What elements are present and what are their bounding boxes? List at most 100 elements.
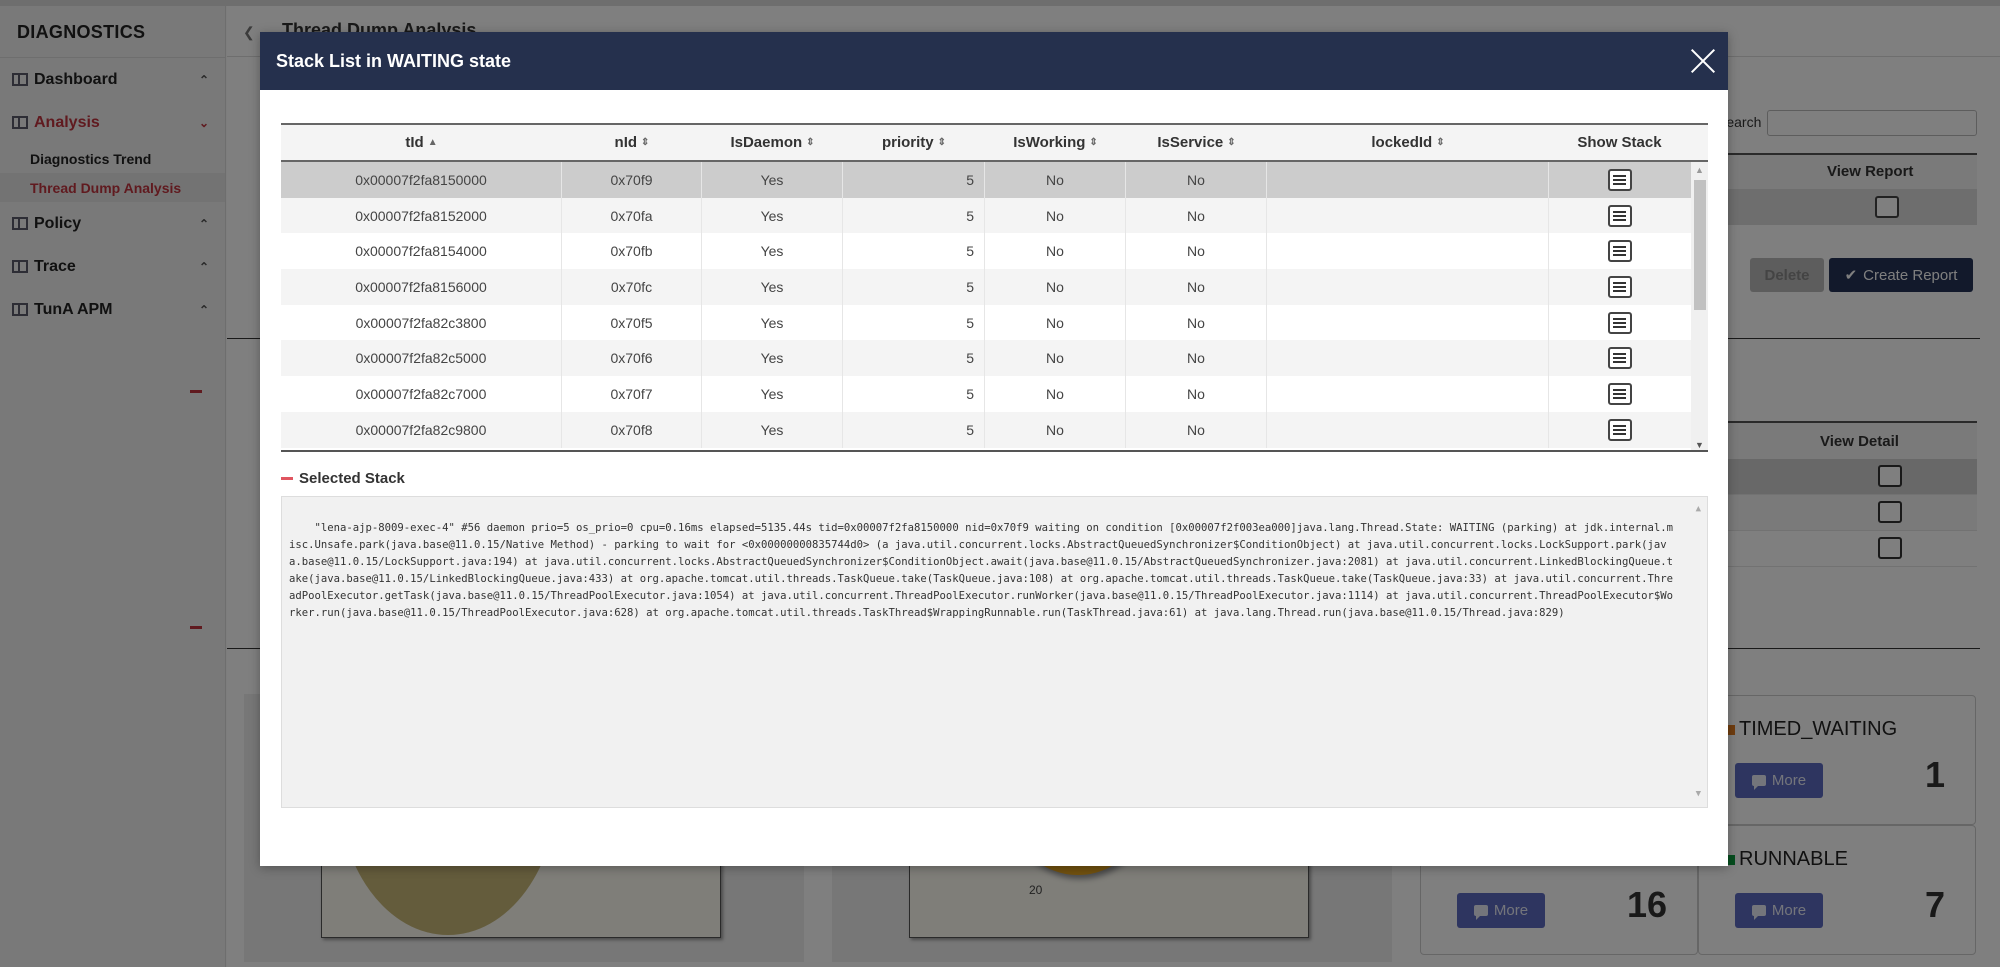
show-stack-list-icon[interactable]: [1607, 240, 1632, 263]
cell-locked: [1267, 304, 1549, 341]
cell-tid: 0x00007f2fa82c5000: [281, 340, 562, 377]
table-header: tId ▲ nId ⇕ IsDaemon ⇕ priority ⇕ IsWorking ⇕…: [281, 123, 1708, 162]
selected-stack-text[interactable]: "lena-ajp-8009-exec-4" #56 daemon prio=5…: [281, 496, 1708, 808]
table-row[interactable]: 0x00007f2fa82c7000 0x70f7 Yes 5 No No: [281, 376, 1708, 412]
cell-show-stack: [1549, 340, 1690, 376]
cell-priority: 5: [843, 162, 985, 198]
cell-service: No: [1126, 269, 1267, 305]
cell-tid: 0x00007f2fa82c3800: [281, 304, 562, 341]
show-stack-list-icon[interactable]: [1607, 382, 1632, 405]
cell-nid: 0x70f6: [562, 340, 702, 377]
column-header-nid[interactable]: nId ⇕: [562, 125, 702, 160]
cell-show-stack: [1549, 198, 1690, 234]
cell-tid: 0x00007f2fa82c7000: [281, 376, 562, 412]
table-row[interactable]: 0x00007f2fa8150000 0x70f9 Yes 5 No No: [281, 162, 1708, 198]
cell-nid: 0x70fb: [562, 233, 702, 270]
cell-service: No: [1126, 304, 1267, 341]
cell-locked: [1267, 197, 1549, 234]
cell-tid: 0x00007f2fa82c9800: [281, 411, 562, 448]
cell-priority: 5: [843, 304, 985, 341]
column-header-isworking[interactable]: IsWorking ⇕: [985, 125, 1126, 160]
sort-icon: ⇕: [1436, 137, 1445, 148]
cell-nid: 0x70fc: [562, 269, 702, 305]
cell-service: No: [1126, 197, 1267, 234]
show-stack-list-icon[interactable]: [1607, 275, 1632, 298]
cell-working: No: [985, 376, 1126, 412]
cell-daemon: Yes: [702, 233, 843, 270]
cell-tid: 0x00007f2fa8156000: [281, 269, 562, 305]
sort-icon: ⇕: [806, 137, 815, 148]
modal-header: Stack List in WAITING state: [260, 32, 1728, 90]
cell-locked: [1267, 411, 1549, 448]
table-row[interactable]: 0x00007f2fa82c5000 0x70f6 Yes 5 No No: [281, 340, 1708, 377]
cell-nid: 0x70f5: [562, 304, 702, 341]
table-row[interactable]: 0x00007f2fa8156000 0x70fc Yes 5 No No: [281, 269, 1708, 305]
sort-icon: ⇕: [641, 137, 650, 148]
cell-locked: [1267, 233, 1549, 270]
table-row[interactable]: 0x00007f2fa8152000 0x70fa Yes 5 No No: [281, 197, 1708, 234]
scroll-down-icon[interactable]: ▼: [1696, 786, 1701, 803]
cell-priority: 5: [843, 197, 985, 234]
table-row[interactable]: 0x00007f2fa82c3800 0x70f5 Yes 5 No No: [281, 304, 1708, 341]
cell-daemon: Yes: [702, 162, 843, 198]
cell-locked: [1267, 162, 1549, 198]
cell-daemon: Yes: [702, 197, 843, 234]
cell-show-stack: [1549, 162, 1690, 198]
cell-priority: 5: [843, 269, 985, 305]
cell-priority: 5: [843, 340, 985, 377]
scroll-down-icon[interactable]: ▼: [1695, 440, 1704, 450]
sort-asc-icon: ▲: [427, 137, 438, 148]
cell-service: No: [1126, 162, 1267, 198]
cell-locked: [1267, 340, 1549, 377]
column-header-isservice[interactable]: IsService ⇕: [1126, 125, 1267, 160]
cell-daemon: Yes: [702, 304, 843, 341]
show-stack-list-icon[interactable]: [1607, 204, 1632, 227]
cell-priority: 5: [843, 376, 985, 412]
vertical-scrollbar[interactable]: ▲ ▼: [1691, 162, 1708, 450]
cell-nid: 0x70f7: [562, 376, 702, 412]
column-header-priority[interactable]: priority ⇕: [843, 125, 985, 160]
scrollbar-thumb[interactable]: [1694, 180, 1706, 310]
table-row[interactable]: 0x00007f2fa8154000 0x70fb Yes 5 No No: [281, 233, 1708, 270]
show-stack-list-icon[interactable]: [1607, 418, 1632, 441]
stack-list-modal: Stack List in WAITING state tId ▲ nId ⇕ Is…: [260, 32, 1728, 866]
selected-stack-heading: Selected Stack: [281, 470, 405, 487]
cell-nid: 0x70fa: [562, 197, 702, 234]
cell-service: No: [1126, 411, 1267, 448]
column-header-tid[interactable]: tId ▲: [281, 125, 562, 160]
table-body: 0x00007f2fa8150000 0x70f9 Yes 5 No No 0x00007f…: [281, 162, 1708, 452]
column-header-show-stack: Show Stack: [1577, 134, 1662, 151]
cell-show-stack: [1549, 233, 1690, 269]
cell-show-stack: [1549, 305, 1690, 341]
cell-show-stack: [1549, 412, 1690, 448]
close-icon[interactable]: [1690, 48, 1716, 74]
scroll-up-icon[interactable]: ▲: [1695, 165, 1704, 175]
table-row[interactable]: 0x00007f2fa82c9800 0x70f8 Yes 5 No No: [281, 411, 1708, 448]
cell-daemon: Yes: [702, 269, 843, 305]
cell-priority: 5: [843, 411, 985, 448]
show-stack-list-icon[interactable]: [1607, 168, 1632, 191]
cell-locked: [1267, 376, 1549, 412]
sort-icon: ⇕: [1089, 137, 1098, 148]
cell-locked: [1267, 269, 1549, 305]
column-header-lockedid[interactable]: lockedId ⇕: [1267, 125, 1549, 160]
cell-working: No: [985, 197, 1126, 234]
cell-priority: 5: [843, 233, 985, 270]
show-stack-list-icon[interactable]: [1607, 311, 1632, 334]
cell-working: No: [985, 162, 1126, 198]
cell-tid: 0x00007f2fa8154000: [281, 233, 562, 270]
collapse-icon[interactable]: [281, 477, 293, 480]
cell-working: No: [985, 340, 1126, 377]
cell-show-stack: [1549, 376, 1690, 412]
cell-working: No: [985, 411, 1126, 448]
scroll-up-icon[interactable]: ▲: [1696, 501, 1701, 518]
sort-icon: ⇕: [937, 137, 947, 148]
cell-tid: 0x00007f2fa8150000: [281, 162, 562, 198]
cell-daemon: Yes: [702, 376, 843, 412]
column-header-isdaemon[interactable]: IsDaemon ⇕: [702, 125, 843, 160]
cell-show-stack: [1549, 269, 1690, 305]
cell-tid: 0x00007f2fa8152000: [281, 197, 562, 234]
selected-stack-title: Selected Stack: [299, 470, 405, 487]
stack-trace: "lena-ajp-8009-exec-4" #56 daemon prio=5…: [289, 522, 1674, 619]
show-stack-list-icon[interactable]: [1607, 347, 1632, 370]
